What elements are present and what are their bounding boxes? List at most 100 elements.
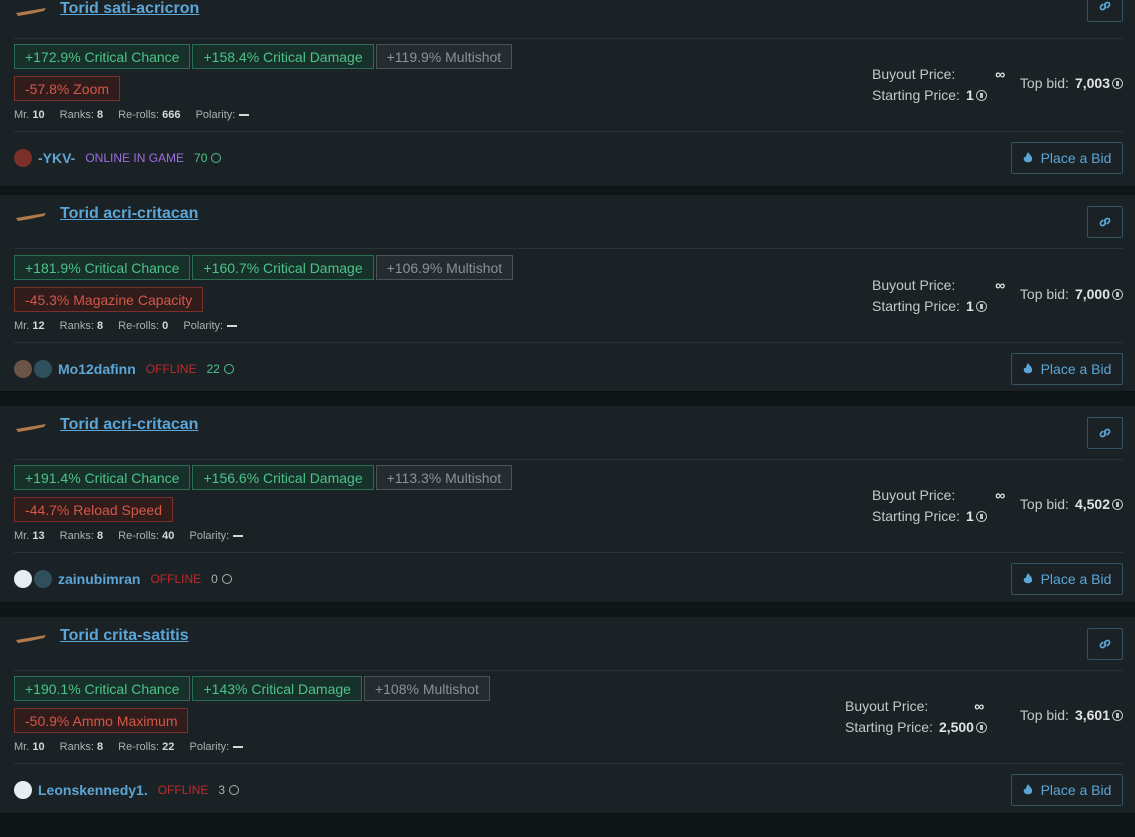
smile-icon: [211, 153, 222, 163]
stat-positive: +119.9% Multishot: [375, 44, 513, 69]
link-icon: [1099, 217, 1111, 227]
smile-icon: [221, 574, 232, 584]
auction-title[interactable]: Torid acri-critacan: [60, 416, 198, 434]
platinum-icon: [975, 301, 987, 312]
weapon-icon: [16, 8, 46, 16]
platinum-icon: [1112, 498, 1123, 510]
polarity-icon: [227, 325, 238, 328]
auction-title[interactable]: Torid crita-satitis: [60, 627, 189, 645]
stat-positive: +156.6% Critical Damage: [192, 465, 374, 490]
card-header: Torid sati-acricron: [14, 0, 1135, 38]
price-block: Buyout Price: ∞ Starting Price: 1: [872, 66, 1006, 103]
riven-meta: Mr. 13 Ranks: 8 Re-rolls: 40 Polarity:: [14, 530, 574, 542]
seller-info: Mo12dafinn OFFLINE 22: [14, 360, 234, 378]
stat-positive: +106.9% Multishot: [375, 255, 514, 280]
link-icon: [1099, 1, 1111, 11]
stat-positive: +181.9% Critical Chance: [14, 255, 191, 280]
stat-positive: +172.9% Critical Chance: [14, 44, 191, 69]
platinum-icon: [975, 722, 987, 733]
divider: [14, 459, 1123, 460]
reputation: 3: [218, 783, 240, 797]
stat-negative: -44.7% Reload Speed: [14, 497, 173, 522]
clan-icon: [34, 570, 52, 588]
place-bid-button[interactable]: Place a Bid: [1011, 774, 1123, 806]
infinity-icon: ∞: [995, 66, 1006, 82]
link-icon: [1099, 639, 1111, 649]
stat-tags: +181.9% Critical Chance +160.7% Critical …: [14, 255, 574, 332]
share-link-button[interactable]: [1087, 206, 1123, 238]
stat-negative: -50.9% Ammo Maximum: [14, 708, 189, 733]
share-link-button[interactable]: [1087, 417, 1123, 449]
smile-icon: [229, 785, 240, 795]
seller-name[interactable]: Mo12dafinn: [58, 361, 136, 377]
card-header: Torid crita-satitis: [14, 627, 1135, 665]
infinity-icon: ∞: [974, 698, 985, 714]
stat-positive: +143% Critical Damage: [192, 676, 362, 701]
place-bid-button[interactable]: Place a Bid: [1011, 353, 1123, 385]
divider: [14, 670, 1123, 671]
infinity-icon: ∞: [995, 277, 1006, 293]
place-bid-button[interactable]: Place a Bid: [1011, 142, 1123, 174]
status-badge: OFFLINE: [145, 362, 197, 376]
avatar[interactable]: [14, 781, 32, 799]
price-block: Buyout Price: ∞ Starting Price: 1: [872, 277, 1006, 314]
platinum-icon: [1112, 709, 1123, 721]
share-link-button[interactable]: [1087, 0, 1123, 22]
flame-icon: [1023, 784, 1032, 795]
stat-positive: +113.3% Multishot: [375, 465, 513, 490]
weapon-icon: [16, 635, 46, 643]
divider: [14, 38, 1123, 39]
avatar[interactable]: [14, 360, 32, 378]
auction-card: Torid acri-critacan +191.4% Critical Cha…: [0, 406, 1135, 603]
flame-icon: [1023, 363, 1032, 374]
reputation: 22: [206, 362, 234, 376]
divider: [14, 342, 1123, 343]
platinum-icon: [975, 90, 987, 101]
reputation: 70: [194, 151, 222, 165]
stat-tags: +191.4% Critical Chance +156.6% Critical …: [14, 465, 574, 542]
clan-icon: [34, 360, 52, 378]
weapon-icon: [16, 213, 46, 221]
status-badge: OFFLINE: [157, 783, 209, 797]
auction-title[interactable]: Torid acri-critacan: [60, 205, 198, 223]
top-bid: Top bid: 4,502: [1020, 496, 1123, 512]
price-block: Buyout Price: ∞ Starting Price: 1: [872, 487, 1006, 524]
platinum-icon: [1112, 288, 1123, 300]
stat-negative: -57.8% Zoom: [14, 76, 121, 101]
seller-info: Leonskennedy1. OFFLINE 3: [14, 781, 240, 799]
seller-info: zainubimran OFFLINE 0: [14, 570, 232, 588]
polarity-icon: [233, 746, 244, 749]
stat-positive: +190.1% Critical Chance: [14, 676, 191, 701]
divider: [14, 131, 1123, 132]
status-badge: ONLINE IN GAME: [85, 151, 185, 165]
seller-info: -YKV- ONLINE IN GAME 70: [14, 149, 222, 167]
avatar[interactable]: [14, 149, 32, 167]
divider: [14, 552, 1123, 553]
top-bid: Top bid: 3,601: [1020, 707, 1123, 723]
flame-icon: [1023, 152, 1032, 163]
seller-name[interactable]: -YKV-: [38, 150, 75, 166]
stat-tags: +172.9% Critical Chance +158.4% Critical …: [14, 44, 574, 121]
stat-positive: +158.4% Critical Damage: [192, 44, 374, 69]
seller-name[interactable]: zainubimran: [58, 571, 140, 587]
seller-name[interactable]: Leonskennedy1.: [38, 782, 148, 798]
status-badge: OFFLINE: [150, 572, 202, 586]
price-block: Buyout Price: ∞ Starting Price: 2,500: [845, 696, 987, 738]
polarity-icon: [239, 114, 250, 117]
share-link-button[interactable]: [1087, 628, 1123, 660]
auction-title[interactable]: Torid sati-acricron: [60, 0, 199, 18]
stat-positive: +108% Multishot: [363, 676, 490, 701]
card-header: Torid acri-critacan: [14, 416, 1135, 454]
stat-positive: +160.7% Critical Damage: [192, 255, 374, 280]
auction-card: Torid crita-satitis +190.1% Critical Cha…: [0, 617, 1135, 814]
platinum-icon: [975, 511, 987, 522]
top-bid: Top bid: 7,003: [1020, 75, 1123, 91]
smile-icon: [223, 364, 234, 374]
weapon-icon: [16, 424, 46, 432]
place-bid-button[interactable]: Place a Bid: [1011, 563, 1123, 595]
divider: [14, 248, 1123, 249]
avatar[interactable]: [14, 570, 32, 588]
riven-meta: Mr. 12 Ranks: 8 Re-rolls: 0 Polarity:: [14, 320, 574, 332]
auction-card: Torid sati-acricron +172.9% Critical Cha…: [0, 0, 1135, 187]
top-bid: Top bid: 7,000: [1020, 286, 1123, 302]
